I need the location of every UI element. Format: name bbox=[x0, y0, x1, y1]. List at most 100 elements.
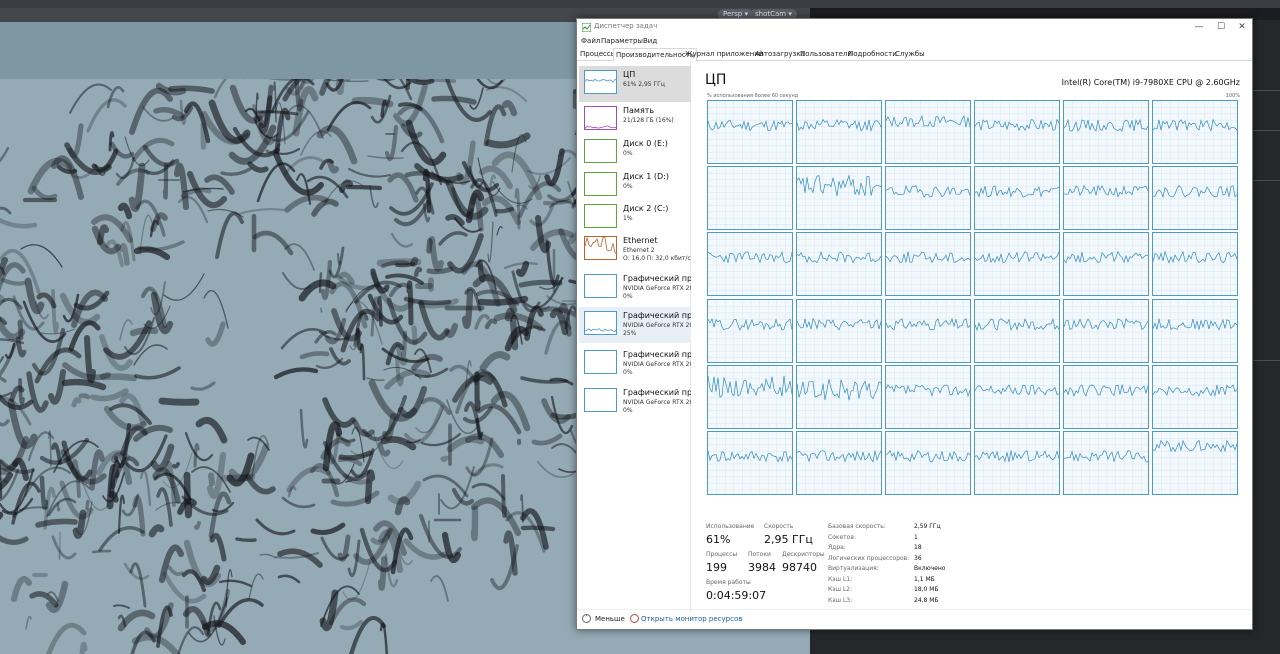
editor-divider bbox=[1253, 90, 1280, 91]
logical-processor-graph bbox=[796, 100, 882, 164]
logical-processor-graph bbox=[1063, 431, 1149, 495]
sidebar-item-detail: 21/128 ГБ (16%) bbox=[623, 117, 674, 124]
resource-monitor-icon bbox=[630, 614, 639, 623]
logical-processor-graph bbox=[1152, 100, 1238, 164]
sidebar-item-detail: NVIDIA GeForce RTX 2080 Ti bbox=[623, 322, 691, 329]
sidebar-item-detail: 61% 2,95 ГГц bbox=[623, 81, 665, 88]
sidebar-item-title: ЦП bbox=[623, 70, 636, 79]
logical-processor-graph bbox=[1063, 100, 1149, 164]
processes-label: Процессы bbox=[706, 551, 738, 558]
logical-processor-graph bbox=[885, 100, 971, 164]
spec-label: Ядра: bbox=[828, 544, 846, 551]
sidebar-item-title: Диск 0 (E:) bbox=[623, 139, 668, 148]
maximize-button[interactable]: ☐ bbox=[1211, 21, 1231, 34]
resource-sidebar: ЦП 61% 2,95 ГГц Память 21/128 ГБ (16%) Диск … bbox=[577, 62, 691, 612]
task-manager-window[interactable]: Диспетчер задач — ☐ ✕ Файл Параметры Вид… bbox=[576, 18, 1253, 630]
sidebar-item-detail: 0% bbox=[623, 183, 633, 190]
sidebar-item[interactable]: Диск 0 (E:) 0% bbox=[579, 135, 691, 171]
close-button[interactable]: ✕ bbox=[1232, 21, 1252, 34]
minimize-button[interactable]: — bbox=[1189, 21, 1209, 34]
spec-value: 1 bbox=[914, 533, 918, 541]
sparkline-thumbnail bbox=[584, 350, 617, 374]
threads-label: Потоки bbox=[748, 551, 771, 558]
logical-processor-graph bbox=[885, 364, 971, 429]
sidebar-item-detail: NVIDIA GeForce RTX 2080 Ti bbox=[623, 285, 691, 292]
open-resource-monitor-link[interactable]: Открыть монитор ресурсов bbox=[641, 615, 742, 623]
spec-value: 24,8 МБ bbox=[914, 596, 939, 604]
sidebar-item-detail: Ethernet 2 bbox=[623, 247, 655, 254]
sidebar-item[interactable]: Память 21/128 ГБ (16%) bbox=[579, 102, 691, 138]
logical-processor-graph bbox=[1063, 364, 1149, 429]
sidebar-item[interactable]: Графический процессор 3 NVIDIA GeForce RT… bbox=[579, 384, 691, 420]
logical-processor-graph bbox=[796, 364, 882, 429]
desktop-background: Persp ▾ shotCam ▾ Диспетчер задач — ☐ ✕ … bbox=[0, 0, 1280, 654]
speed-value: 2,95 ГГц bbox=[764, 533, 813, 546]
sparkline-thumbnail bbox=[584, 139, 617, 163]
sidebar-item-detail: 0% bbox=[623, 369, 633, 376]
editor-divider bbox=[1253, 360, 1280, 361]
logical-processor-graph bbox=[707, 364, 793, 429]
sidebar-item-detail: 25% bbox=[623, 330, 637, 337]
menu-options[interactable]: Параметры bbox=[601, 37, 643, 45]
sidebar-item-title: Графический процессор 3 bbox=[623, 388, 691, 397]
sidebar-item[interactable]: ЦП 61% 2,95 ГГц bbox=[579, 66, 691, 102]
sidebar-item-title: Графический процессор 2 bbox=[623, 350, 691, 359]
tab-bar: Процессы Производительность Журнал прило… bbox=[577, 48, 1252, 62]
tab-details[interactable]: Подробности bbox=[846, 48, 899, 61]
threads-value: 3984 bbox=[748, 561, 776, 574]
logical-processor-graph bbox=[885, 232, 971, 297]
logical-processor-graph bbox=[974, 100, 1060, 164]
logical-processor-graph bbox=[707, 298, 793, 363]
spec-value: 1,1 МБ bbox=[914, 575, 935, 583]
sparkline-thumbnail bbox=[584, 274, 617, 298]
sparkline-thumbnail bbox=[584, 204, 617, 228]
menu-file[interactable]: Файл bbox=[581, 37, 600, 45]
logical-processor-graph bbox=[1152, 431, 1238, 495]
utilization-label: Использование bbox=[706, 523, 755, 530]
spec-value: 18 bbox=[914, 544, 922, 551]
sidebar-item-detail: 1% bbox=[623, 215, 633, 222]
cpu-stats: Использование 61% Скорость 2,95 ГГц Проц… bbox=[706, 511, 1236, 611]
logical-processor-graph bbox=[1152, 232, 1238, 297]
sidebar-item[interactable]: Графический процессор 0 NVIDIA GeForce RT… bbox=[579, 270, 691, 306]
spec-label: Кэш L2: bbox=[828, 586, 853, 593]
editor-menubar bbox=[0, 0, 1280, 8]
sparkline-thumbnail bbox=[584, 70, 617, 94]
spec-label: Сокетов: bbox=[828, 533, 856, 541]
page-title: ЦП bbox=[705, 72, 727, 88]
task-manager-icon bbox=[582, 23, 591, 32]
tab-services[interactable]: Службы bbox=[893, 48, 927, 61]
sidebar-item[interactable]: Диск 2 (C:) 1% bbox=[579, 200, 691, 236]
sidebar-item-title: Графический процессор 1 bbox=[623, 311, 691, 320]
graph-caption: % использования более 60 секунд bbox=[707, 93, 799, 99]
title-bar[interactable]: Диспетчер задач — ☐ ✕ bbox=[577, 19, 1252, 36]
logical-processor-graph bbox=[707, 166, 793, 231]
sidebar-item[interactable]: Графический процессор 1 NVIDIA GeForce RT… bbox=[579, 307, 691, 343]
processes-value: 199 bbox=[706, 561, 727, 574]
logical-processor-graph bbox=[1152, 298, 1238, 363]
sparkline-thumbnail bbox=[584, 172, 617, 196]
logical-processor-graph bbox=[796, 431, 882, 495]
fewer-details-button[interactable]: Меньше bbox=[595, 615, 625, 623]
uptime-label: Время работы bbox=[706, 579, 751, 586]
spec-label: Базовая скорость: bbox=[828, 523, 886, 530]
spec-value: 36 bbox=[914, 554, 922, 562]
spec-value: Включено bbox=[914, 565, 946, 572]
logical-processor-graph bbox=[796, 166, 882, 231]
sidebar-item-title: Память bbox=[623, 106, 655, 115]
sidebar-item-detail: 0% bbox=[623, 293, 633, 300]
spec-label: Кэш L1: bbox=[828, 575, 853, 583]
logical-processor-graph bbox=[1152, 166, 1238, 231]
graph-max-label: 100% bbox=[1225, 93, 1240, 99]
spec-label: Логических процессоров: bbox=[828, 554, 910, 562]
sidebar-item[interactable]: Графический процессор 2 NVIDIA GeForce RT… bbox=[579, 346, 691, 382]
sidebar-item[interactable]: Ethernet Ethernet 2 О: 16,0 П: 32,0 кбит/с bbox=[579, 232, 691, 268]
sidebar-item-title: Диск 2 (C:) bbox=[623, 204, 669, 213]
cpu-performance-panel: ЦП Intel(R) Core(TM) i9-7980XE CPU @ 2.6… bbox=[692, 62, 1252, 612]
logical-processor-graphs[interactable] bbox=[707, 100, 1240, 496]
sidebar-item[interactable]: Диск 1 (D:) 0% bbox=[579, 168, 691, 204]
chevron-up-icon[interactable]: ˄ bbox=[582, 614, 591, 623]
cpu-model-name: Intel(R) Core(TM) i9-7980XE CPU @ 2.60GH… bbox=[1061, 78, 1240, 87]
logical-processor-graph bbox=[796, 232, 882, 297]
menu-view[interactable]: Вид bbox=[643, 37, 657, 45]
